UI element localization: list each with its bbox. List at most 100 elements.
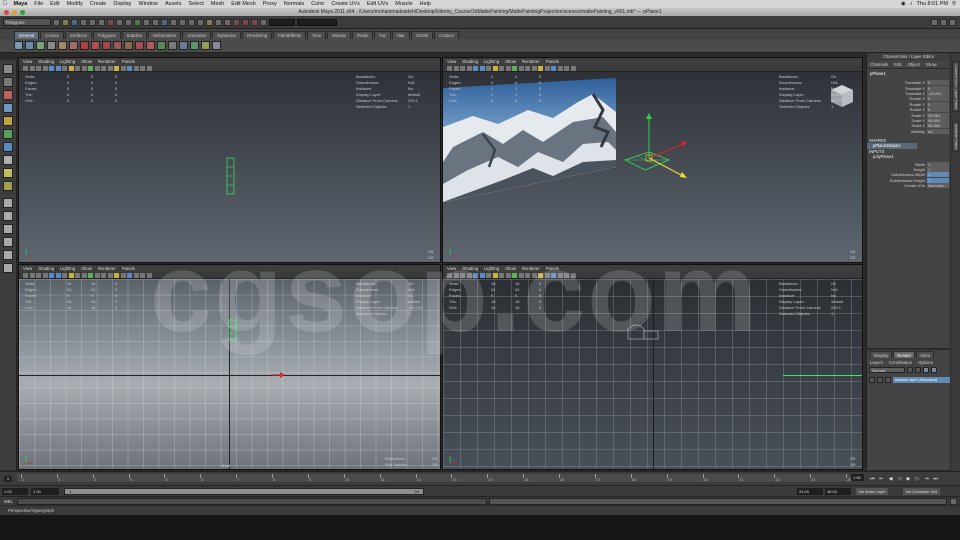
- current-time-field[interactable]: 1.00: [851, 474, 864, 481]
- vp-bookmark-icon[interactable]: [453, 65, 459, 71]
- vp-film-gate-icon[interactable]: [531, 65, 537, 71]
- mask-icon[interactable]: [107, 18, 114, 26]
- attr-row[interactable]: Rotate Z0: [867, 107, 950, 113]
- vp-image-plane-icon[interactable]: [36, 65, 41, 71]
- vp-bookmark-icon[interactable]: [453, 272, 459, 278]
- snap-curve-icon[interactable]: [188, 18, 195, 26]
- play-backwards-icon[interactable]: ◁: [896, 476, 903, 482]
- vp-xray-icon[interactable]: [505, 272, 511, 278]
- mask-joints-icon[interactable]: [125, 18, 132, 26]
- vp-safe-action-icon[interactable]: [114, 65, 119, 71]
- layout-persp-outliner-icon[interactable]: [3, 250, 13, 260]
- shelf-tab-animation[interactable]: Animation: [182, 31, 212, 39]
- viewport-top-left[interactable]: View Shading Lighting Show Renderer Pane…: [18, 57, 441, 263]
- vp-field-chart-icon[interactable]: [127, 272, 132, 278]
- manip-x-arrow[interactable]: [271, 371, 285, 379]
- shelf-cube-icon[interactable]: [25, 41, 34, 50]
- close-window-button[interactable]: [4, 9, 9, 15]
- vp-camera-icon[interactable]: [23, 65, 28, 71]
- zoom-window-button[interactable]: [20, 9, 25, 15]
- shelf-tab-custom[interactable]: Custom: [434, 31, 459, 39]
- vp-isolate-icon[interactable]: [88, 272, 93, 278]
- vp-motion-blur-icon[interactable]: [570, 65, 576, 71]
- play-forwards-icon[interactable]: ▶: [905, 476, 912, 482]
- go-to-end-icon[interactable]: ⏭: [932, 476, 939, 482]
- menu-proxy[interactable]: Proxy: [259, 1, 280, 7]
- vp-shadows-icon[interactable]: [75, 272, 80, 278]
- shelf-revolve-icon[interactable]: [146, 41, 155, 50]
- vp-isolate-icon[interactable]: [512, 65, 517, 71]
- shelf-tab-general[interactable]: General: [14, 31, 40, 39]
- selected-object-wire[interactable]: [225, 157, 237, 197]
- mask-dynamics-icon[interactable]: [161, 18, 168, 26]
- layer-recycle-icon[interactable]: [877, 377, 883, 383]
- shelf-graph-editor-icon[interactable]: [201, 41, 210, 50]
- shelf-bevel-icon[interactable]: [124, 41, 133, 50]
- cb-menu-edit[interactable]: Edit: [894, 62, 901, 67]
- shelf-tab-polygons[interactable]: Polygons: [92, 31, 121, 39]
- vp-textured-icon[interactable]: [62, 272, 67, 278]
- select-by-hierarchy-icon[interactable]: [80, 18, 87, 26]
- vp-menu-show[interactable]: Show: [505, 266, 516, 271]
- shelf-group-icon[interactable]: [157, 41, 166, 50]
- shelf-plane-icon[interactable]: [58, 41, 67, 50]
- menu-app[interactable]: Maya: [10, 1, 31, 7]
- shelf-camera-icon[interactable]: [80, 41, 89, 50]
- attr-row[interactable]: Translate Y0: [867, 85, 950, 91]
- vp-resolution-gate-icon[interactable]: [101, 272, 106, 278]
- shelf-extrude-icon[interactable]: [113, 41, 122, 50]
- menu-create-uvs[interactable]: Create UVs: [328, 1, 363, 7]
- animation-end-field[interactable]: 48.00: [825, 488, 851, 495]
- snap-view-plane-icon[interactable]: [206, 18, 213, 26]
- paint-select-tool-icon[interactable]: [3, 90, 13, 100]
- tab-channel-box[interactable]: Channel Box / Layer Editor: [952, 61, 959, 113]
- vp-image-plane-icon[interactable]: [460, 272, 465, 278]
- vp-menu-show[interactable]: Show: [81, 59, 92, 64]
- shelf-tab-painteffects[interactable]: PaintEffects: [273, 31, 306, 39]
- toggle-tool-settings-icon[interactable]: [949, 18, 956, 26]
- vp-safe-action-icon[interactable]: [114, 272, 119, 278]
- vp-textured-icon[interactable]: [486, 65, 491, 71]
- shelf-tab-fur[interactable]: Fur: [374, 31, 391, 39]
- toggle-channel-box-icon[interactable]: [940, 18, 947, 26]
- blend-mode-dropdown[interactable]: Normal: [869, 367, 905, 373]
- menu-edit[interactable]: Edit: [47, 1, 63, 7]
- playback-start-field[interactable]: 1.00: [31, 488, 59, 495]
- quick-selection-field[interactable]: [297, 18, 337, 26]
- animation-start-field[interactable]: 1.00: [2, 488, 28, 495]
- numeric-input-field[interactable]: [269, 18, 295, 26]
- attr-row[interactable]: Create UVs Normaliz...: [867, 183, 950, 189]
- shelf-tab-deformation[interactable]: Deformation: [147, 31, 182, 39]
- attr-row[interactable]: Translate Z -44.000: [867, 90, 950, 96]
- vp-grid-icon[interactable]: [466, 272, 472, 278]
- menu-create[interactable]: Create: [86, 1, 110, 7]
- mask-deformations-icon[interactable]: [152, 18, 159, 26]
- vp-xray-icon[interactable]: [81, 65, 87, 71]
- vp-menu-panels[interactable]: Panels: [122, 59, 135, 64]
- vp-menu-renderer[interactable]: Renderer: [522, 59, 540, 64]
- render-current-frame-icon[interactable]: [242, 18, 249, 26]
- menu-edit-uvs[interactable]: Edit UVs: [363, 1, 391, 7]
- vp-menu-view[interactable]: View: [447, 59, 456, 64]
- vp-grid-icon[interactable]: [42, 65, 48, 71]
- layer-tab-anim[interactable]: Anim: [916, 351, 934, 358]
- vp-gate-mask-icon[interactable]: [557, 65, 563, 71]
- shelf-tab-ncloth[interactable]: nCloth: [410, 31, 434, 39]
- menu-file[interactable]: File: [31, 1, 47, 7]
- snap-point-icon[interactable]: [197, 18, 204, 26]
- lasso-tool-icon[interactable]: [3, 77, 13, 87]
- shelf-tab-toon[interactable]: Toon: [306, 31, 327, 39]
- camera-object-icon[interactable]: [626, 321, 666, 343]
- vp-ambient-occlusion-icon[interactable]: [564, 272, 569, 278]
- vp-resolution-gate-icon[interactable]: [101, 65, 106, 71]
- vp-lights-icon[interactable]: [68, 65, 74, 71]
- menu-set-dropdown[interactable]: Polygons: [3, 18, 51, 26]
- ipr-render-icon[interactable]: [251, 18, 258, 26]
- time-slider-track[interactable]: 1 2 3 4 5 6 7 8 9 10 11 12 13 14 15 16 17 18 19 20 21 22 23 24: [17, 474, 852, 482]
- attr-row[interactable]: Rotate X0: [867, 96, 950, 102]
- shelf-tab-subdivs[interactable]: Subdivs: [121, 31, 147, 39]
- shelf-light-icon[interactable]: [91, 41, 100, 50]
- vp-menu-view[interactable]: View: [447, 266, 456, 271]
- vp-field-chart-icon[interactable]: [551, 272, 556, 278]
- spotlight-search-icon[interactable]: ⚲: [952, 1, 956, 7]
